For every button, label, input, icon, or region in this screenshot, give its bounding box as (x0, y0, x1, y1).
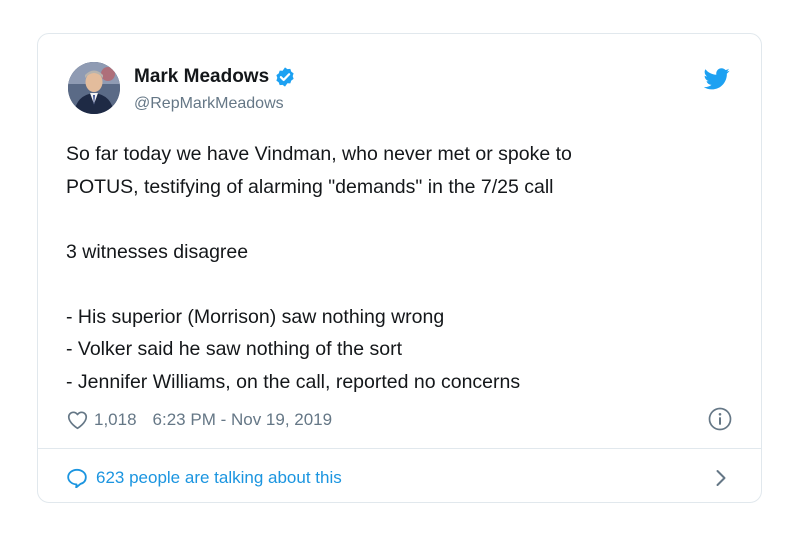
like-count[interactable]: 1,018 (94, 410, 137, 430)
speech-bubble-icon (67, 468, 87, 488)
verified-badge-icon (276, 67, 294, 87)
chevron-right-icon[interactable] (715, 469, 727, 487)
conversation-link[interactable]: 623 people are talking about this (66, 466, 342, 490)
twitter-bird-icon[interactable] (704, 68, 730, 90)
info-icon[interactable] (708, 407, 732, 431)
heart-icon[interactable] (67, 410, 88, 430)
tweet-card[interactable]: Mark Meadows @RepMarkMeadows So far toda… (37, 33, 762, 503)
avatar[interactable] (68, 62, 120, 114)
author-display-name[interactable]: Mark Meadows (134, 66, 269, 88)
divider (38, 448, 761, 449)
tweet-meta: 1,018 6:23 PM - Nov 19, 2019 (67, 408, 332, 432)
avatar-photo (68, 62, 120, 114)
tweet-text: So far today we have Vindman, who never … (66, 143, 572, 393)
conversation-link-label[interactable]: 623 people are talking about this (96, 468, 342, 488)
tweet-timestamp[interactable]: 6:23 PM - Nov 19, 2019 (153, 410, 333, 430)
author-handle[interactable]: @RepMarkMeadows (134, 94, 284, 114)
author-name-row[interactable]: Mark Meadows (134, 66, 296, 88)
